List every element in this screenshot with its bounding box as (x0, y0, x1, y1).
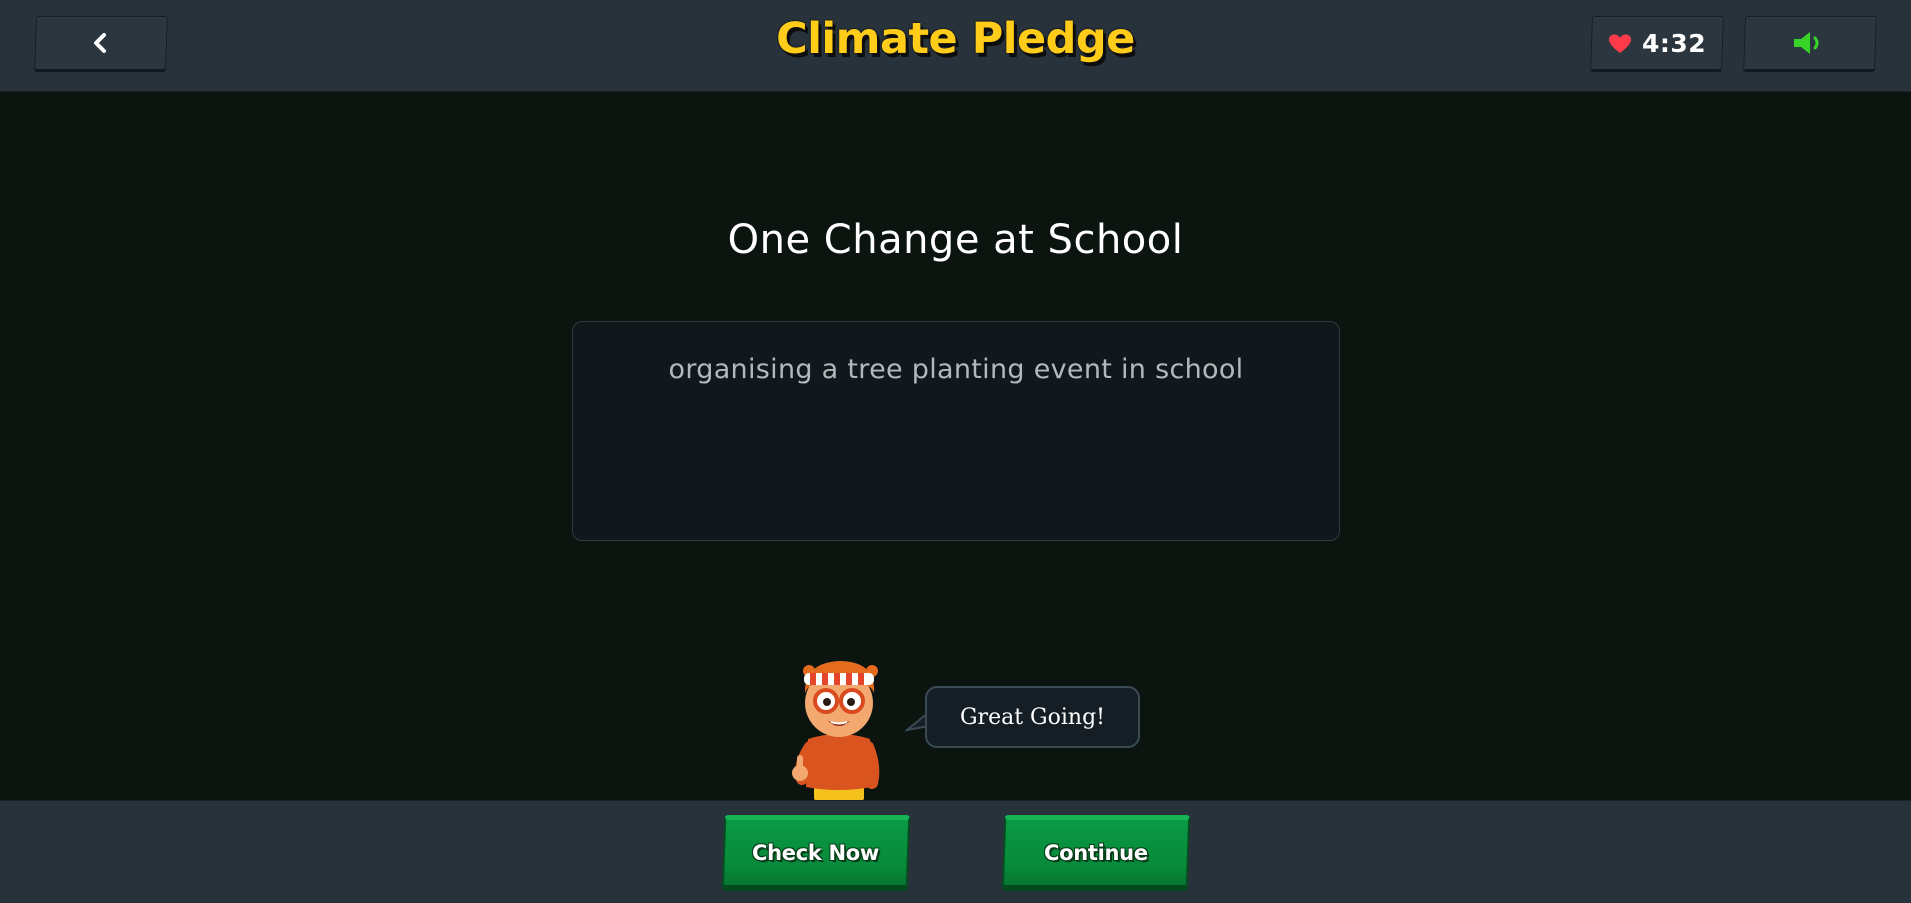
speech-bubble: Great Going! (925, 686, 1140, 748)
speaker-icon (1794, 32, 1819, 54)
check-now-label: Check Now (752, 840, 880, 865)
continue-button[interactable]: Continue (1001, 815, 1191, 891)
sound-toggle-button[interactable] (1743, 16, 1877, 72)
heart-icon (1608, 33, 1631, 52)
timer-value: 4:32 (1641, 28, 1707, 58)
check-now-button[interactable]: Check Now (721, 815, 911, 891)
bottom-bar (0, 800, 1911, 903)
answer-input[interactable]: organising a tree planting event in scho… (572, 321, 1340, 541)
mascot-character (792, 661, 880, 801)
continue-label: Continue (1044, 840, 1148, 865)
timer-display: 4:32 (1590, 16, 1724, 72)
prompt-title: One Change at School (727, 217, 1184, 263)
